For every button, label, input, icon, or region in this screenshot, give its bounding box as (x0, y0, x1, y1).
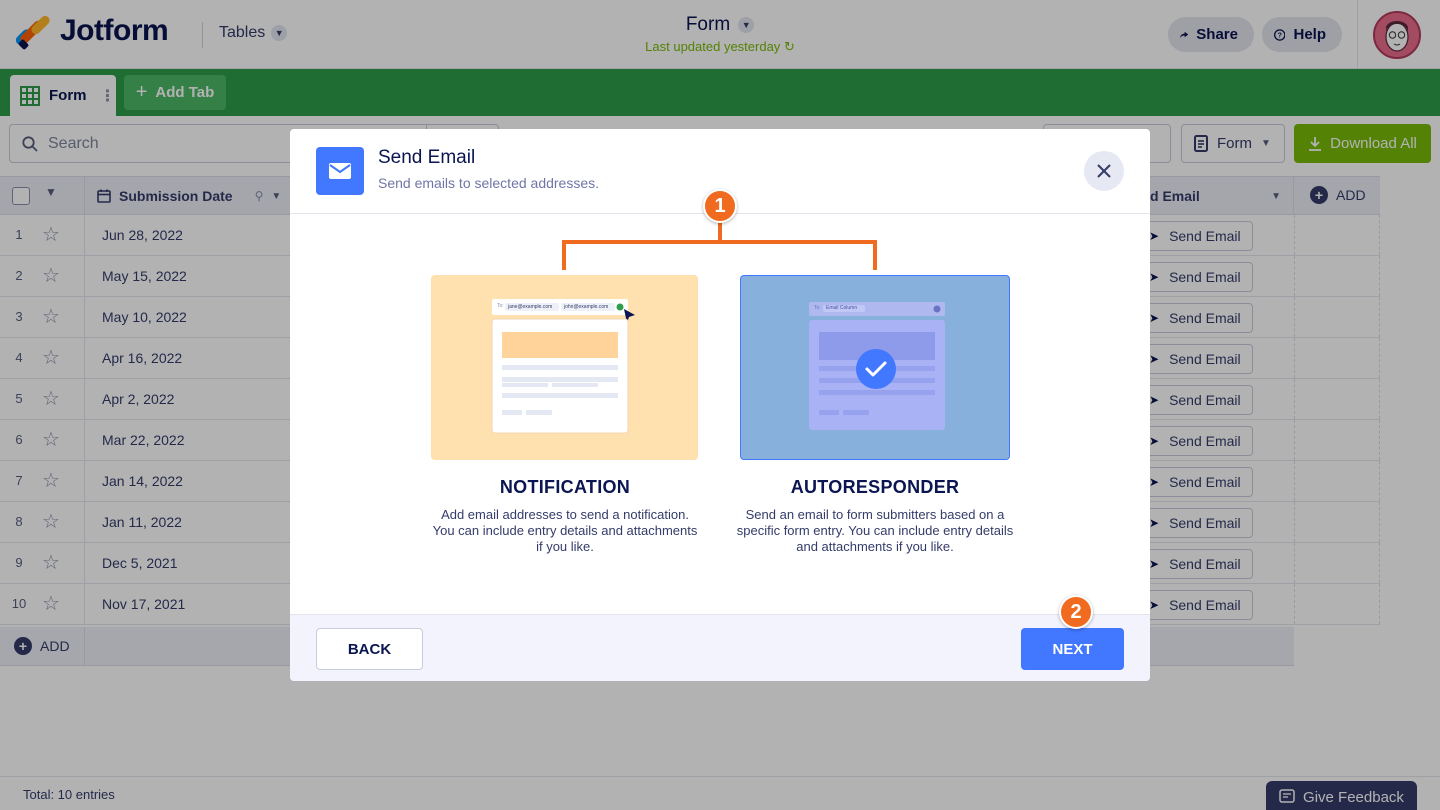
email-column-chip: Email Column (826, 305, 858, 311)
autoresponder-illustration (809, 302, 945, 430)
autoresponder-title: AUTORESPONDER (790, 477, 960, 497)
modal-footer: BACK NEXT (290, 614, 1150, 681)
annotation-badge-2: 2 (1059, 595, 1093, 629)
email-chip-1: jane@example.com (508, 304, 553, 310)
to-label: To: (814, 305, 821, 311)
close-button[interactable] (1084, 151, 1124, 191)
notification-option-card[interactable]: To: jane@example.com john@example.com (431, 275, 698, 460)
autoresponder-description: Send an email to form submitters based o… (736, 507, 1014, 554)
close-icon (1097, 164, 1111, 178)
notification-illustration (491, 299, 635, 434)
annotation-badge-1: 1 (703, 189, 737, 223)
modal-title: Send Email (378, 147, 476, 168)
notification-title: NOTIFICATION (499, 477, 631, 497)
annotation-bracket-stem (718, 220, 722, 242)
annotation-bracket (562, 240, 877, 270)
back-button[interactable]: BACK (316, 628, 423, 670)
to-label: To: (497, 303, 504, 309)
next-button[interactable]: NEXT (1021, 628, 1124, 670)
email-chip-2: john@example.com (564, 304, 609, 310)
modal-subtitle: Send emails to selected addresses. (378, 175, 600, 191)
notification-description: Add email addresses to send a notificati… (432, 507, 698, 554)
envelope-icon (316, 147, 364, 195)
autoresponder-option-card[interactable]: To: Email Column (740, 275, 1010, 460)
